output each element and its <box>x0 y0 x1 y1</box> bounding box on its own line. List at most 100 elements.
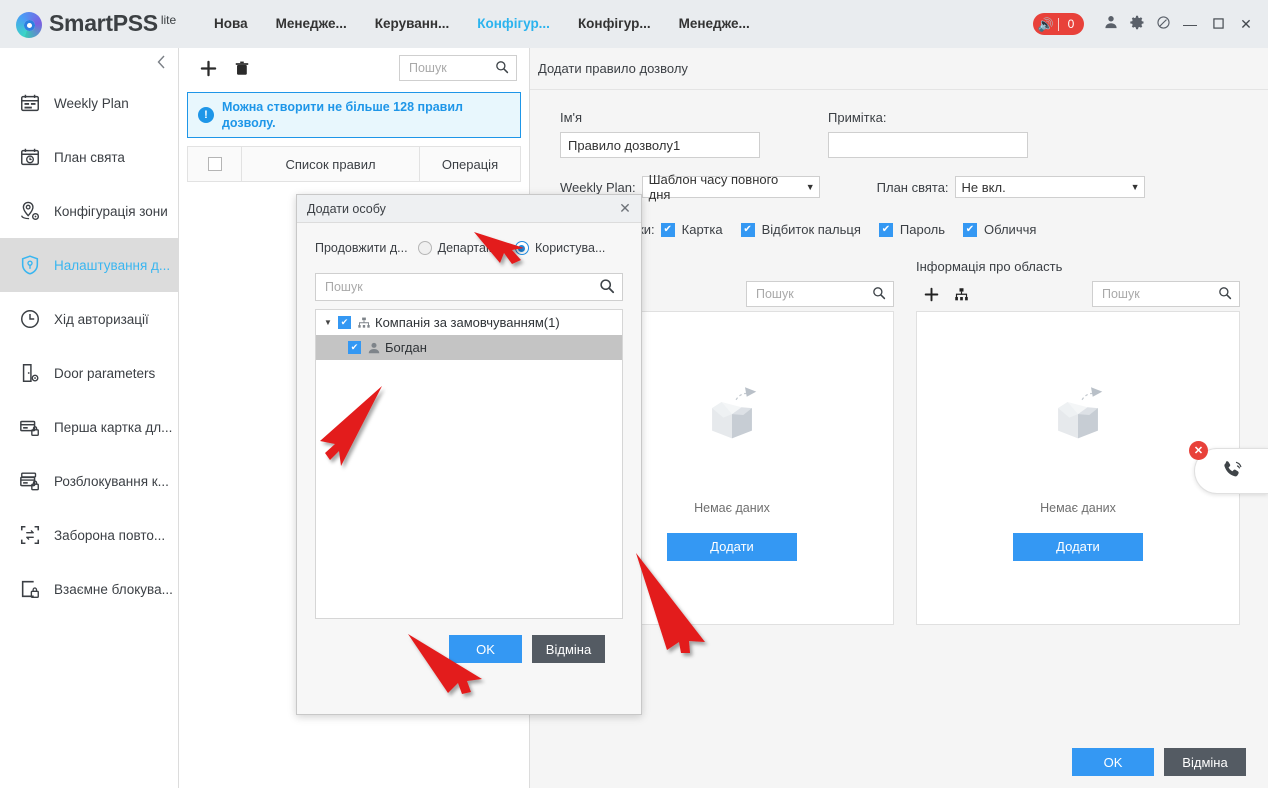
phone-ring-icon <box>1220 458 1244 485</box>
delete-rule-button[interactable] <box>225 53 259 83</box>
gear-icon[interactable] <box>1124 15 1150 34</box>
tree-checkbox-person[interactable]: ✔ <box>348 341 361 354</box>
user-icon[interactable] <box>1098 15 1124 33</box>
rules-limit-alert: ! Можна створити не більше 128 правил до… <box>187 92 521 138</box>
radio-user[interactable] <box>514 241 529 255</box>
radio-department[interactable] <box>417 241 432 255</box>
maximize-button[interactable] <box>1204 16 1232 32</box>
checkbox-password[interactable]: ✔ <box>878 222 893 237</box>
sidebar-item-authorization-progress[interactable]: Хід авторизації <box>0 292 178 346</box>
interlock-icon <box>18 577 42 601</box>
checkbox-fingerprint[interactable]: ✔ <box>740 222 755 237</box>
sidebar-item-holiday-plan[interactable]: План свята <box>0 130 178 184</box>
form-cancel-button[interactable]: Відміна <box>1164 748 1246 776</box>
weekly-plan-value: Шаблон часу повного дня <box>648 172 779 202</box>
menu-item-4[interactable]: Конфігур... <box>564 0 665 48</box>
sidebar-item-label: Хід авторизації <box>54 311 149 327</box>
rules-search-input[interactable] <box>407 60 491 76</box>
name-input[interactable] <box>560 132 760 158</box>
chevron-down-icon[interactable]: ▼ <box>324 318 338 327</box>
close-icon[interactable]: ✕ <box>615 200 635 217</box>
person-tree[interactable]: ▼ ✔ Компанія за замовчуванням(1) ✔ Богда… <box>315 309 623 619</box>
note-field-group: Примітка: <box>828 110 1028 158</box>
column-operation: Операція <box>441 156 499 172</box>
sidebar-item-first-card[interactable]: Перша картка дл... <box>0 400 178 454</box>
search-icon <box>495 60 509 77</box>
form-footer: OK Відміна <box>1072 748 1246 776</box>
checkbox-card[interactable]: ✔ <box>660 222 675 237</box>
org-tree-icon <box>357 316 371 330</box>
area-add-button[interactable] <box>916 281 946 307</box>
plus-icon <box>200 60 216 76</box>
tree-node-person[interactable]: ✔ Богдан <box>316 335 622 360</box>
sidebar-item-weekly-plan[interactable]: Weekly Plan <box>0 76 178 130</box>
form-ok-button[interactable]: OK <box>1072 748 1154 776</box>
calendar-clock-icon <box>18 145 42 169</box>
sidebar-item-label: План свята <box>54 149 125 165</box>
dialog-header: Додати особу ✕ <box>297 195 641 223</box>
add-person-dialog: Додати особу ✕ Продовжити д... Департам.… <box>296 194 642 715</box>
name-label: Ім'я <box>560 110 583 125</box>
dialog-search-input[interactable] <box>323 279 595 295</box>
app-logo: SmartPSS lite <box>0 10 200 38</box>
sidebar-item-label: Налаштування д... <box>54 257 171 273</box>
checkbox-fingerprint-label: Відбиток пальця <box>761 222 861 237</box>
gauge-icon[interactable] <box>1150 15 1176 34</box>
sidebar-item-anti-passback[interactable]: Заборона повто... <box>0 508 178 562</box>
search-icon <box>599 278 615 297</box>
select-all-checkbox[interactable] <box>207 157 222 171</box>
sidebar-item-label: Перша картка дл... <box>54 419 173 435</box>
person-search-box[interactable] <box>746 281 894 307</box>
area-search-box[interactable] <box>1092 281 1240 307</box>
mode-selector: Продовжити д... Департам... Користува... <box>315 241 623 255</box>
person-search-input[interactable] <box>754 286 868 302</box>
search-icon <box>872 286 886 303</box>
menu-item-5[interactable]: Менедже... <box>665 0 764 48</box>
phone-widget[interactable]: ✕ <box>1189 441 1268 494</box>
dialog-ok-button[interactable]: OK <box>449 635 522 663</box>
menu-item-1[interactable]: Менедже... <box>262 0 361 48</box>
mode-label: Продовжити д... <box>315 241 408 255</box>
main-menu: Нова Менедже... Керуванн... Конфігур... … <box>200 0 1033 48</box>
area-add-button-large[interactable]: Додати <box>1013 532 1143 561</box>
menu-item-3[interactable]: Конфігур... <box>463 0 564 48</box>
sidebar-item-zone-config[interactable]: Конфігурація зони <box>0 184 178 238</box>
weekly-plan-select[interactable]: Шаблон часу повного дня ▼ <box>641 172 820 202</box>
person-icon <box>367 341 381 355</box>
dialog-cancel-button[interactable]: Відміна <box>532 635 605 663</box>
plus-icon <box>924 287 938 301</box>
radio-department-label: Департам... <box>437 241 505 255</box>
tree-checkbox-company[interactable]: ✔ <box>338 316 351 329</box>
tree-node-label: Компанія за замовчуванням(1) <box>375 315 560 330</box>
tree-node-company[interactable]: ▼ ✔ Компанія за замовчуванням(1) <box>316 310 622 335</box>
checkbox-face[interactable]: ✔ <box>963 222 977 237</box>
area-search-input[interactable] <box>1100 286 1214 302</box>
rules-table-header: Список правил Операція <box>187 146 521 182</box>
close-button[interactable]: ✕ <box>1232 16 1260 33</box>
sidebar-collapse-button[interactable] <box>0 48 178 76</box>
select-all-cell[interactable] <box>188 147 242 181</box>
info-icon: ! <box>198 107 214 123</box>
sidebar-item-unlock-card[interactable]: Розблокування к... <box>0 454 178 508</box>
note-input[interactable] <box>828 132 1028 158</box>
rules-search-box[interactable] <box>399 55 517 81</box>
person-add-button[interactable]: Додати <box>667 532 797 561</box>
holiday-plan-select[interactable]: Не вкл. ▼ <box>954 176 1145 198</box>
area-info-card: Інформація про область Пошук Немає даних… <box>916 259 1240 625</box>
search-icon <box>1218 286 1232 303</box>
area-group-button[interactable] <box>946 281 976 307</box>
minimize-button[interactable]: — <box>1176 16 1204 32</box>
sidebar-item-access-settings[interactable]: Налаштування д... <box>0 238 178 292</box>
column-rule-list: Список правил <box>242 147 420 181</box>
dialog-footer: OK Відміна <box>315 619 623 663</box>
phone-close-button[interactable]: ✕ <box>1189 441 1208 460</box>
dialog-search-box[interactable] <box>315 273 623 301</box>
menu-item-0[interactable]: Нова <box>200 0 262 48</box>
sidebar-item-interlock[interactable]: Взаємне блокува... <box>0 562 178 616</box>
cards-area: бу <box>560 259 1268 625</box>
alarm-count: 0 <box>1067 17 1075 31</box>
alarm-badge[interactable]: 🔊 0 <box>1033 13 1084 35</box>
menu-item-2[interactable]: Керуванн... <box>361 0 464 48</box>
sidebar-item-door-parameters[interactable]: Door parameters <box>0 346 178 400</box>
add-rule-button[interactable] <box>191 53 225 83</box>
